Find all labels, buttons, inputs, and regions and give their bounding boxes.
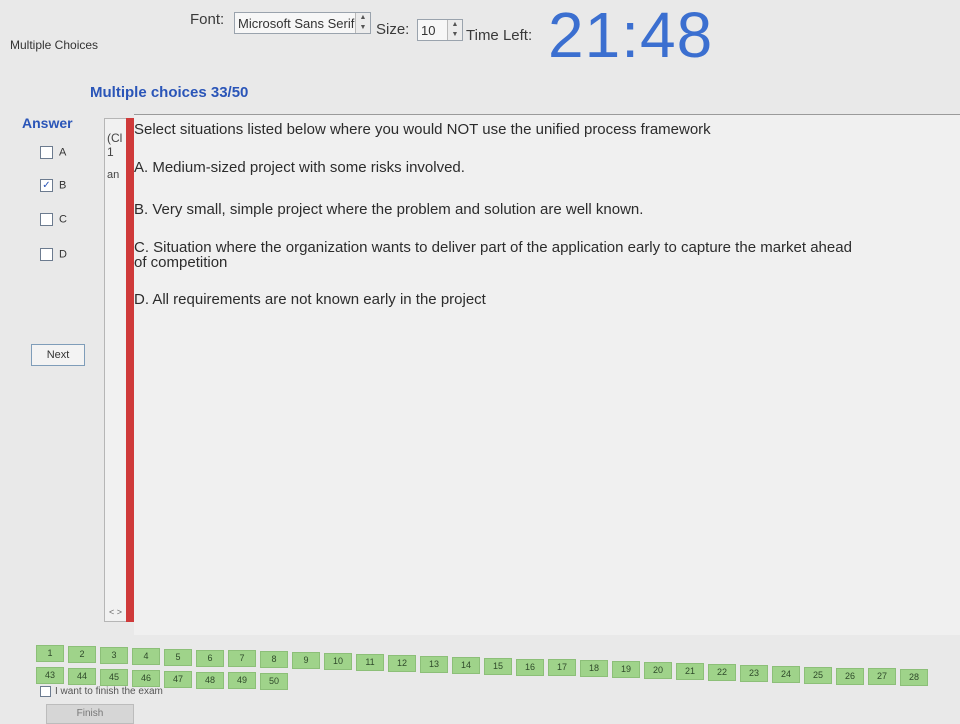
- time-left-label: Time Left:: [466, 27, 533, 44]
- question-option-b: B. Very small, simple project where the …: [134, 201, 644, 218]
- question-page-button[interactable]: 25: [804, 667, 832, 684]
- question-option-d: D. All requirements are not known early …: [134, 291, 486, 308]
- font-label: Font:: [190, 11, 225, 28]
- collapsed-side-panel: (Cl 1 an < >: [104, 118, 128, 622]
- question-page-button[interactable]: 12: [388, 655, 416, 672]
- question-page-button[interactable]: 18: [580, 660, 608, 677]
- question-page-button[interactable]: 26: [836, 668, 864, 685]
- form-title: Multiple Choices: [10, 38, 99, 52]
- question-page-button[interactable]: 48: [196, 672, 224, 689]
- question-page-button[interactable]: 4: [132, 648, 160, 665]
- question-page-button[interactable]: 7: [228, 650, 256, 667]
- question-page-button[interactable]: 45: [100, 669, 128, 686]
- answer-heading: Answer: [22, 115, 73, 131]
- question-page-button[interactable]: 1: [36, 645, 64, 662]
- question-page-button[interactable]: 49: [228, 672, 256, 689]
- countdown-timer: 21:48: [548, 0, 714, 71]
- question-pager: 1 2 3 4 5 6 7 8 9 10 11 12 13 14 15 16 17 18 19 20 21 22 23 24 2…: [36, 640, 960, 720]
- size-spinner-icon[interactable]: ▲ ▼: [447, 20, 462, 40]
- question-page-button[interactable]: 23: [740, 665, 768, 682]
- checkbox-checked-icon[interactable]: ✓: [40, 179, 53, 192]
- question-page-button[interactable]: 15: [484, 658, 512, 675]
- question-page-button[interactable]: 10: [324, 653, 352, 670]
- panel-fragment: (Cl: [107, 131, 123, 145]
- toolbar: Font: Microsoft Sans Serif ▲ ▼ Size: 10 ▲…: [0, 0, 960, 78]
- checkbox-icon[interactable]: [40, 686, 51, 697]
- question-page-button[interactable]: 11: [356, 654, 384, 671]
- answer-option-label: D: [59, 248, 67, 261]
- question-panel: Select situations listed below where you…: [134, 114, 960, 635]
- question-page-button[interactable]: 22: [708, 664, 736, 681]
- font-spinner-icon[interactable]: ▲ ▼: [355, 13, 370, 33]
- question-page-button[interactable]: 14: [452, 657, 480, 674]
- answer-option-c[interactable]: C: [40, 213, 67, 229]
- question-page-button[interactable]: 27: [868, 668, 896, 685]
- question-page-button[interactable]: 2: [68, 646, 96, 663]
- question-page-button[interactable]: 28: [900, 669, 928, 686]
- question-page-button[interactable]: 44: [68, 668, 96, 685]
- finish-exam-label: I want to finish the exam: [55, 686, 163, 698]
- question-option-a: A. Medium-sized project with some risks …: [134, 159, 465, 176]
- question-page-button[interactable]: 43: [36, 667, 64, 684]
- answer-option-label: C: [59, 213, 67, 226]
- finish-button[interactable]: Finish: [46, 704, 134, 724]
- checkbox-icon[interactable]: [40, 248, 53, 261]
- font-select-value: Microsoft Sans Serif: [238, 16, 355, 31]
- question-page-button[interactable]: 16: [516, 659, 544, 676]
- size-value: 10: [421, 23, 436, 38]
- next-button[interactable]: Next: [31, 344, 85, 366]
- answer-option-label: A: [59, 146, 67, 159]
- panel-fragment: an: [107, 169, 120, 181]
- font-select[interactable]: Microsoft Sans Serif ▲ ▼: [234, 12, 371, 34]
- answer-option-a[interactable]: A: [40, 146, 66, 162]
- question-page-button[interactable]: 5: [164, 649, 192, 666]
- question-page-button[interactable]: 24: [772, 666, 800, 683]
- question-page-button[interactable]: 17: [548, 659, 576, 676]
- section-title: Multiple choices 33/50: [90, 84, 249, 101]
- panel-splitter[interactable]: [126, 118, 134, 622]
- question-page-button[interactable]: 21: [676, 663, 704, 680]
- question-option-c: C. Situation where the organization want…: [134, 239, 852, 256]
- question-page-button[interactable]: 46: [132, 670, 160, 687]
- answer-option-label: B: [59, 179, 67, 192]
- question-page-button[interactable]: 3: [100, 647, 128, 664]
- panel-fragment: 1: [107, 145, 114, 159]
- answer-option-b[interactable]: ✓ B: [40, 179, 66, 195]
- finish-exam-checkbox[interactable]: I want to finish the exam: [40, 686, 163, 697]
- size-label: Size:: [376, 21, 410, 38]
- answer-option-d[interactable]: D: [40, 248, 67, 264]
- question-page-button[interactable]: 9: [292, 652, 320, 669]
- question-page-button[interactable]: 19: [612, 661, 640, 678]
- question-page-button[interactable]: 47: [164, 671, 192, 688]
- question-page-button[interactable]: 6: [196, 650, 224, 667]
- question-page-button[interactable]: 20: [644, 662, 672, 679]
- scroll-arrows-icon[interactable]: < >: [109, 607, 122, 617]
- size-stepper[interactable]: 10 ▲ ▼: [417, 19, 463, 41]
- checkbox-icon[interactable]: [40, 213, 53, 226]
- question-page-button[interactable]: 50: [260, 673, 288, 690]
- question-page-button[interactable]: 8: [260, 651, 288, 668]
- question-text: Select situations listed below where you…: [134, 121, 711, 138]
- question-option-c-continued: of competition: [134, 254, 228, 271]
- question-page-button[interactable]: 13: [420, 656, 448, 673]
- checkbox-icon[interactable]: [40, 146, 53, 159]
